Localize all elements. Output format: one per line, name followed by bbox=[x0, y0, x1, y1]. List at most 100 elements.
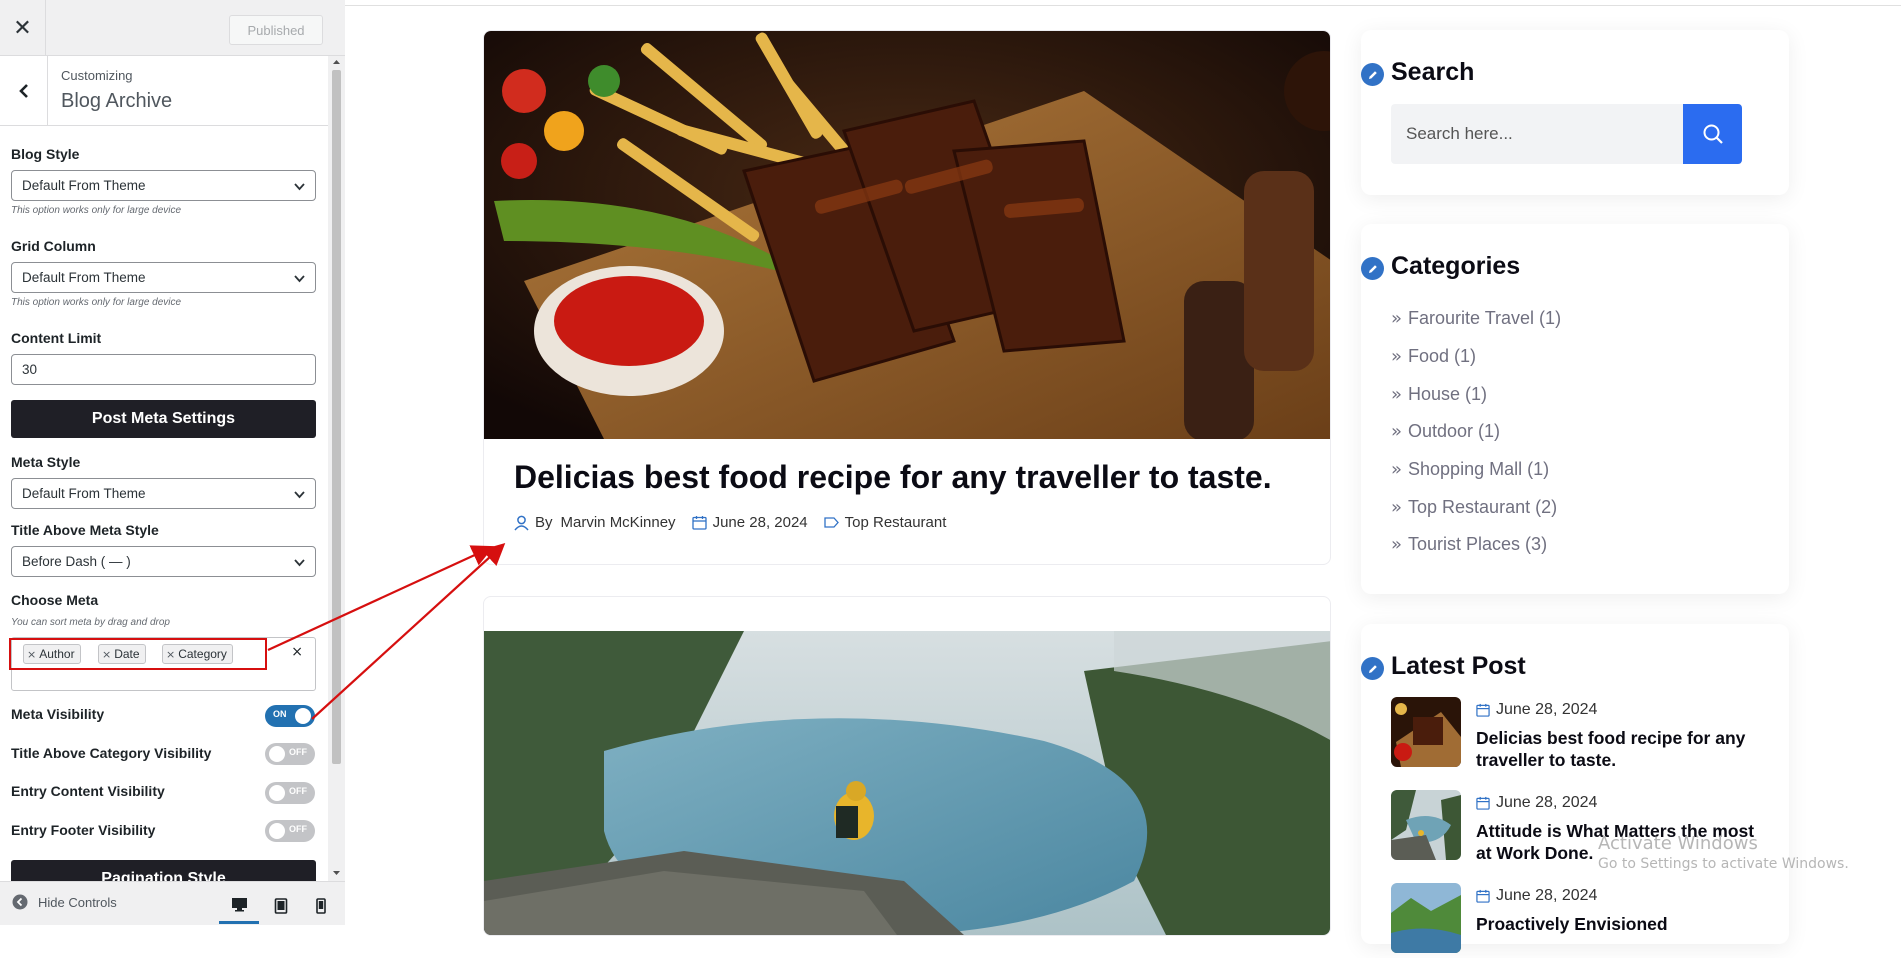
widget-title: Search bbox=[1361, 58, 1474, 87]
content-limit-label: Content Limit bbox=[11, 330, 102, 346]
latest-post-widget: Latest Post June 28, 2024 Delicias best … bbox=[1361, 624, 1789, 953]
blog-style-value: Default From Theme bbox=[22, 178, 146, 193]
tag-icon bbox=[824, 517, 839, 528]
latest-post-thumbnail[interactable] bbox=[1391, 883, 1461, 953]
date-text: June 28, 2024 bbox=[1496, 794, 1598, 811]
meta-style-select[interactable]: Default From Theme bbox=[11, 478, 316, 509]
calendar-icon bbox=[1476, 703, 1490, 717]
toggle-knob bbox=[295, 708, 311, 724]
category-item[interactable]: » Food (1) bbox=[1391, 338, 1561, 376]
category-label: Food (1) bbox=[1408, 346, 1477, 367]
pencil-icon bbox=[1361, 657, 1384, 680]
toggle-knob bbox=[269, 823, 285, 839]
mobile-preview-button[interactable] bbox=[301, 888, 341, 924]
category-label: Tourist Places (3) bbox=[1408, 534, 1548, 555]
title-above-meta-style-select[interactable]: Before Dash ( — ) bbox=[11, 546, 316, 577]
meta-style-label: Meta Style bbox=[11, 454, 81, 470]
blog-style-note: This option works only for large device bbox=[11, 205, 182, 216]
latest-post-thumbnail[interactable] bbox=[1391, 790, 1461, 860]
back-arrow-icon[interactable] bbox=[0, 56, 48, 126]
scrollbar-thumb[interactable] bbox=[332, 70, 341, 764]
latest-post-item[interactable]: June 28, 2024 Proactively Envisioned bbox=[1391, 883, 1771, 958]
grid-column-select[interactable]: Default From Theme bbox=[11, 262, 316, 293]
category-item[interactable]: » Farourite Travel (1) bbox=[1391, 300, 1561, 338]
grid-column-value: Default From Theme bbox=[22, 270, 146, 285]
post-image-mountain[interactable] bbox=[484, 597, 1331, 936]
category-label: Top Restaurant (2) bbox=[1408, 496, 1558, 517]
latest-post-item[interactable]: June 28, 2024 Delicias best food recipe … bbox=[1391, 697, 1771, 772]
calendar-icon bbox=[1476, 889, 1490, 903]
scroll-down-icon[interactable] bbox=[332, 869, 341, 877]
category-item[interactable]: » Tourist Places (3) bbox=[1391, 526, 1561, 564]
published-button[interactable]: Published bbox=[229, 15, 323, 45]
entry-footer-visibility-toggle[interactable]: OFF bbox=[265, 820, 315, 842]
search-icon bbox=[1703, 124, 1723, 144]
choose-meta-label: Choose Meta bbox=[11, 592, 99, 608]
entry-content-visibility-toggle[interactable]: OFF bbox=[265, 782, 315, 804]
category-label: Outdoor (1) bbox=[1408, 421, 1501, 442]
customizing-label: Customizing bbox=[61, 68, 133, 83]
collapse-icon bbox=[12, 894, 28, 910]
latest-post-title[interactable]: Proactively Envisioned bbox=[1476, 913, 1771, 935]
scroll-up-icon[interactable] bbox=[332, 58, 341, 66]
post-title[interactable]: Delicias best food recipe for any travel… bbox=[514, 459, 1272, 496]
chevron-down-icon bbox=[294, 183, 305, 191]
post-author[interactable]: By Marvin McKinney bbox=[514, 514, 676, 531]
post-category[interactable]: Top Restaurant bbox=[824, 514, 946, 531]
hide-controls-label: Hide Controls bbox=[38, 894, 117, 910]
toggle-label: Entry Content Visibility bbox=[11, 783, 165, 799]
hide-controls-button[interactable]: Hide Controls bbox=[12, 894, 117, 910]
latest-post-title[interactable]: Delicias best food recipe for any travel… bbox=[1476, 727, 1771, 771]
customizer-panel: ✕ Published Customizing Blog Archive Blo… bbox=[0, 0, 345, 925]
date-text: June 28, 2024 bbox=[1496, 887, 1598, 904]
title-above-meta-style-label: Title Above Meta Style bbox=[11, 522, 159, 538]
latest-post-thumbnail[interactable] bbox=[1391, 697, 1461, 767]
blog-style-select[interactable]: Default From Theme bbox=[11, 170, 316, 201]
title-above-meta-style-value: Before Dash ( — ) bbox=[22, 554, 131, 569]
double-chevron-icon: » bbox=[1391, 496, 1403, 518]
latest-post-date: June 28, 2024 bbox=[1476, 794, 1597, 812]
search-widget: Search bbox=[1361, 30, 1789, 195]
search-input[interactable] bbox=[1406, 104, 1726, 164]
customizer-scrollbar[interactable] bbox=[328, 56, 345, 881]
mobile-icon bbox=[316, 898, 326, 914]
choose-meta-note: You can sort meta by drag and drop bbox=[11, 617, 170, 628]
toggle-label: Entry Footer Visibility bbox=[11, 822, 156, 838]
title-above-category-visibility-toggle[interactable]: OFF bbox=[265, 743, 315, 765]
date-text: June 28, 2024 bbox=[712, 514, 808, 531]
toggle-state: OFF bbox=[289, 786, 307, 796]
category-label: House (1) bbox=[1408, 383, 1488, 404]
calendar-icon bbox=[691, 516, 707, 530]
category-item[interactable]: » Top Restaurant (2) bbox=[1391, 488, 1561, 526]
widget-title: Latest Post bbox=[1361, 652, 1526, 681]
pagination-style-heading: Pagination Style bbox=[11, 860, 316, 881]
close-icon[interactable]: ✕ bbox=[0, 0, 46, 56]
meta-visibility-toggle[interactable]: ON bbox=[265, 705, 315, 727]
double-chevron-icon: » bbox=[1391, 459, 1403, 481]
content-limit-input[interactable]: 30 bbox=[11, 354, 316, 385]
author-name[interactable]: Marvin McKinney bbox=[561, 514, 676, 531]
toggle-knob bbox=[269, 785, 285, 801]
activate-windows-subtext: Go to Settings to activate Windows. bbox=[1598, 856, 1849, 872]
category-item[interactable]: » Shopping Mall (1) bbox=[1391, 451, 1561, 489]
preview-topline bbox=[345, 0, 1901, 6]
latest-post-date: June 28, 2024 bbox=[1476, 887, 1597, 905]
search-button[interactable] bbox=[1683, 104, 1742, 164]
chevron-down-icon bbox=[294, 275, 305, 283]
tablet-preview-button[interactable] bbox=[261, 888, 301, 924]
clear-all-icon[interactable]: × bbox=[291, 644, 303, 660]
post-image-food[interactable] bbox=[484, 31, 1331, 439]
grid-column-note: This option works only for large device bbox=[11, 297, 182, 308]
category-item[interactable]: » Outdoor (1) bbox=[1391, 413, 1561, 451]
category-label: Farourite Travel (1) bbox=[1408, 308, 1562, 329]
customizer-topbar: ✕ Published bbox=[0, 0, 345, 56]
post-date[interactable]: June 28, 2024 bbox=[691, 514, 808, 531]
double-chevron-icon: » bbox=[1391, 421, 1403, 443]
post-card bbox=[483, 596, 1331, 936]
desktop-preview-button[interactable] bbox=[219, 888, 259, 924]
toggle-state: OFF bbox=[289, 747, 307, 757]
category-item[interactable]: » House (1) bbox=[1391, 375, 1561, 413]
double-chevron-icon: » bbox=[1391, 308, 1403, 330]
toggle-label: Meta Visibility bbox=[11, 706, 105, 722]
post-card: Delicias best food recipe for any travel… bbox=[483, 30, 1331, 565]
